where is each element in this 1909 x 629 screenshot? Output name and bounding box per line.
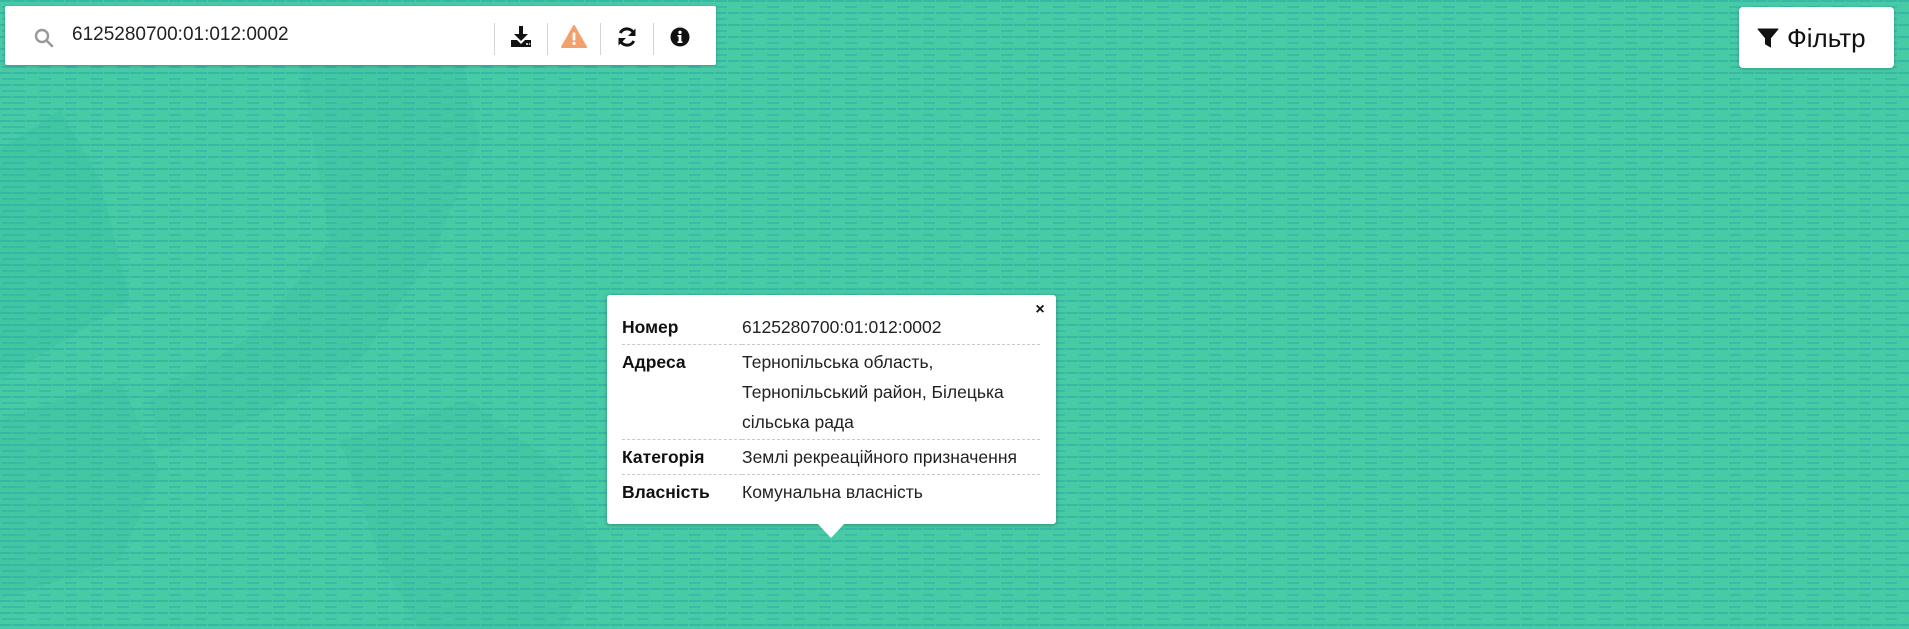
search-input[interactable] [72, 18, 472, 52]
popup-pointer [817, 523, 845, 538]
info-icon [669, 26, 691, 53]
search-icon [33, 27, 55, 49]
row-label-number: Номер [622, 310, 742, 345]
filter-label: Фільтр [1787, 23, 1866, 53]
row-value-category: Землі рекреаційного призначення [742, 439, 1040, 475]
row-label-ownership: Власність [622, 482, 710, 502]
warning-icon [561, 24, 587, 54]
table-row: Номер 6125280700:01:012:0002 [622, 310, 1040, 345]
refresh-icon [616, 26, 638, 53]
row-value-number: 6125280700:01:012:0002 [742, 310, 1040, 345]
search-bar [5, 6, 716, 65]
download-button[interactable] [495, 23, 547, 55]
download-icon [509, 25, 533, 54]
table-row: Власність Комунальна власність [622, 475, 1040, 510]
parcel-info-popup: × Номер 6125280700:01:012:0002 Адреса Те… [607, 295, 1056, 524]
warning-button[interactable] [548, 23, 600, 55]
refresh-button[interactable] [601, 23, 653, 55]
row-label-category: Категорія [622, 439, 742, 475]
parcel-info-table: Номер 6125280700:01:012:0002 Адреса Терн… [622, 310, 1040, 509]
row-label-address: Адреса [622, 344, 742, 440]
row-value-ownership: Комунальна власність [742, 482, 923, 502]
filter-icon [1757, 27, 1779, 49]
row-value-address: Тернопільська область, Тернопільський ра… [742, 344, 1040, 440]
info-button[interactable] [654, 23, 706, 55]
table-row: Категорія Землі рекреаційного призначенн… [622, 439, 1040, 475]
table-row: Адреса Тернопільська область, Тернопільс… [622, 344, 1040, 440]
filter-button[interactable]: Фільтр [1739, 7, 1894, 68]
